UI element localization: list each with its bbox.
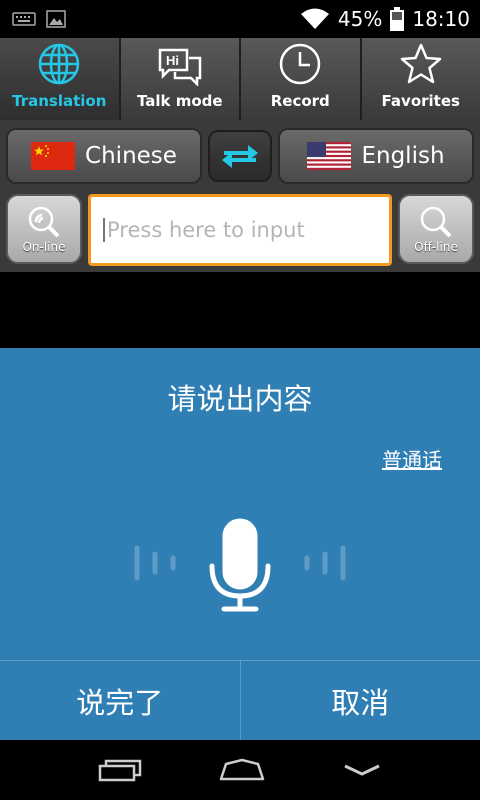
- voice-input-dialog: 请说出内容 普通话: [0, 348, 480, 660]
- tab-label: Favorites: [381, 92, 460, 110]
- voice-actions: 说完了 取消: [0, 660, 480, 740]
- text-input-field[interactable]: [88, 194, 392, 266]
- usa-flag-icon: [307, 142, 352, 170]
- battery-percent: 45%: [337, 7, 383, 31]
- recent-apps-icon[interactable]: [98, 758, 142, 782]
- status-bar: 45% 18:10: [0, 0, 480, 38]
- offline-search-button[interactable]: Off-line: [398, 194, 474, 264]
- tab-label: Talk mode: [136, 92, 223, 110]
- tab-translation[interactable]: Translation: [0, 38, 121, 120]
- clock-icon: [280, 43, 321, 85]
- cancel-button[interactable]: 取消: [241, 661, 480, 740]
- tab-record[interactable]: Record: [241, 38, 362, 120]
- language-selector: Chinese English: [0, 120, 480, 190]
- left-level-bars: [134, 545, 176, 581]
- tab-label: Translation: [12, 92, 107, 110]
- tab-favorites[interactable]: Favorites: [361, 38, 480, 120]
- search-icon: [420, 206, 452, 238]
- clock: 18:10: [412, 7, 470, 31]
- target-language-label: English: [361, 143, 445, 169]
- system-status: 45% 18:10: [300, 0, 470, 38]
- online-search-icon: [28, 206, 60, 238]
- image-icon: [46, 10, 66, 28]
- star-icon: [400, 43, 441, 84]
- chat-icon: Hi: [158, 48, 201, 86]
- tab-label: Record: [270, 92, 330, 110]
- online-search-button[interactable]: On-line: [6, 194, 82, 264]
- swap-arrows-icon: [222, 145, 258, 168]
- source-language-button[interactable]: Chinese: [6, 128, 202, 184]
- voice-level-graphic: [134, 518, 346, 612]
- done-speaking-button[interactable]: 说完了: [0, 661, 241, 740]
- back-down-icon[interactable]: [342, 758, 382, 782]
- notification-icons: [12, 10, 66, 28]
- tab-talk-mode[interactable]: Hi Talk mode: [120, 38, 241, 120]
- home-icon[interactable]: [218, 758, 266, 782]
- input-row: On-line Off-line: [0, 190, 480, 272]
- right-level-bars: [304, 545, 346, 581]
- online-label: On-line: [22, 240, 66, 254]
- system-nav-bar: [0, 740, 480, 800]
- battery-icon: [390, 7, 405, 31]
- offline-label: Off-line: [414, 240, 458, 254]
- main-tabs: Translation Hi Talk mode Record Favorite…: [0, 38, 480, 120]
- globe-icon: [39, 43, 80, 85]
- wifi-icon: [300, 8, 329, 29]
- voice-prompt: 请说出内容: [167, 382, 313, 416]
- swap-languages-button[interactable]: [208, 130, 272, 182]
- keyboard-icon: [12, 12, 36, 26]
- microphone-area: [0, 516, 480, 616]
- source-language-label: Chinese: [85, 143, 177, 169]
- target-language-button[interactable]: English: [278, 128, 474, 184]
- translation-input[interactable]: [103, 218, 389, 242]
- dialect-link[interactable]: 普通话: [382, 444, 442, 473]
- svg-text:Hi: Hi: [166, 53, 179, 68]
- china-flag-icon: [31, 142, 76, 170]
- content-gap: [0, 272, 480, 348]
- microphone-icon: [209, 518, 271, 612]
